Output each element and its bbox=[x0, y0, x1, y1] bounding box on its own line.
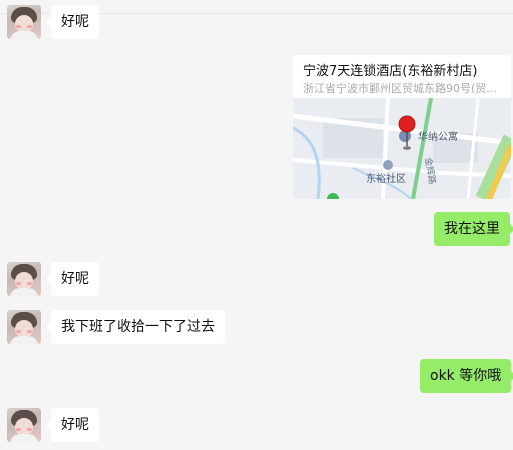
message-bubble-outgoing[interactable]: okk 等你哦 bbox=[420, 359, 513, 393]
message-bubble-incoming[interactable]: 好呢 bbox=[46, 262, 99, 296]
message-bubble-incoming[interactable]: 好呢 bbox=[46, 5, 99, 39]
map-label-poi: 华纳公寓 bbox=[418, 130, 458, 143]
map-pin-icon bbox=[398, 115, 416, 133]
location-address: 浙江省宁波市鄞州区贸城东路90号(贸... bbox=[303, 82, 497, 95]
message-bubble-outgoing[interactable]: 我在这里 bbox=[434, 212, 513, 246]
location-map: 华纳公寓 东裕社区 金辉路 bbox=[293, 98, 511, 199]
location-card[interactable]: 宁波7天连锁酒店(东裕新村店) 浙江省宁波市鄞州区贸城东路90号(贸... 华纳… bbox=[293, 55, 511, 199]
map-pin-base bbox=[403, 146, 411, 150]
location-title: 宁波7天连锁酒店(东裕新村店) bbox=[303, 64, 478, 79]
message-bubble-incoming[interactable]: 好呢 bbox=[46, 408, 99, 442]
contact-avatar[interactable] bbox=[7, 408, 41, 442]
map-label-community: 东裕社区 bbox=[366, 172, 406, 185]
contact-avatar[interactable] bbox=[7, 5, 41, 39]
contact-avatar[interactable] bbox=[7, 310, 41, 344]
contact-avatar[interactable] bbox=[7, 262, 41, 296]
message-bubble-incoming[interactable]: 我下班了收拾一下了过去 bbox=[46, 310, 225, 344]
